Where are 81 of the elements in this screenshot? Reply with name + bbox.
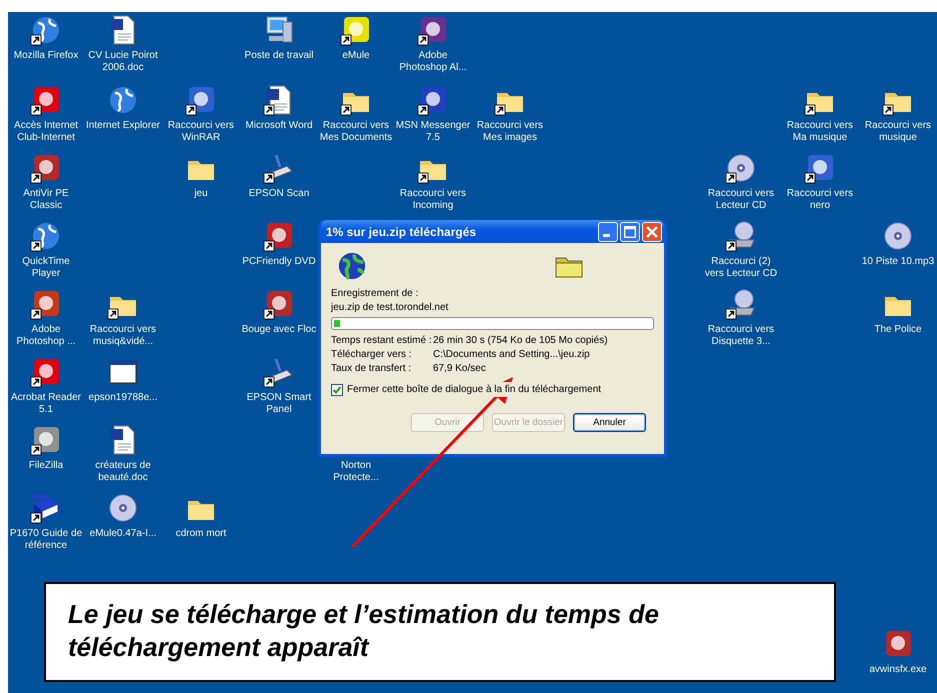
cancel-button[interactable]: Annuler: [573, 413, 646, 432]
globe-shortcut-icon[interactable]: [30, 220, 62, 252]
icon-label[interactable]: Acrobat Reader 5.1: [8, 392, 85, 416]
icon-label[interactable]: The Police: [874, 324, 922, 336]
source-text: jeu.zip de test.torondel.net: [331, 301, 450, 315]
disc-shortcut-icon[interactable]: [725, 152, 757, 184]
app-shortcut-icon[interactable]: [30, 152, 62, 184]
icon-label[interactable]: eMule: [342, 50, 370, 62]
icon-label[interactable]: Microsoft Word: [245, 120, 313, 132]
icon-label[interactable]: QuickTime Player: [8, 256, 85, 280]
icon-label[interactable]: Raccourci (2) vers Lecteur CD: [702, 256, 780, 280]
icon-label[interactable]: PCFriendly DVD: [242, 256, 316, 268]
icon-label[interactable]: EPSON Smart Panel: [240, 392, 318, 416]
close-icon: [646, 226, 658, 238]
maximize-button[interactable]: [620, 222, 640, 242]
detail-value: C:\Documents and Setting...\jeu.zip: [433, 348, 590, 362]
minimize-icon: [602, 234, 610, 237]
detail-value: 26 min 30 s (754 Ko de 105 Mo copiés): [433, 334, 608, 348]
caption-text: Le jeu se télécharge et l’estimation du temps de téléchargement apparaît: [44, 582, 836, 682]
drive-shortcut-icon[interactable]: [725, 288, 757, 320]
icon-label[interactable]: EPSON Scan: [248, 188, 310, 200]
icon-label[interactable]: cdrom mort: [176, 528, 226, 540]
app-shortcut-icon[interactable]: [263, 288, 295, 320]
detail-label: Télécharger vers :: [331, 348, 413, 362]
icon-label[interactable]: Norton Protecte...: [317, 460, 395, 484]
checkbox-label: Fermer cette boîte de dialogue à la fin du téléchargement: [347, 382, 602, 397]
icon-label[interactable]: P1670 Guide de référence: [8, 528, 85, 552]
scanner-shortcut-icon[interactable]: [263, 152, 295, 184]
icon-label[interactable]: Raccourci vers musique: [859, 120, 937, 144]
icon-label[interactable]: Raccourci vers WinRAR: [162, 120, 240, 144]
icon-label[interactable]: epson19788e...: [88, 392, 158, 404]
icon-label[interactable]: 10 Piste 10.mp3: [862, 256, 934, 268]
icon-label[interactable]: eMule0.47a-I...: [90, 528, 156, 540]
globe-shortcut-icon[interactable]: [30, 14, 62, 46]
icon-label[interactable]: Raccourci vers Ma musique: [781, 120, 859, 144]
disc-icon[interactable]: [882, 220, 914, 252]
app-shortcut-icon[interactable]: [263, 220, 295, 252]
icon-label[interactable]: Raccourci vers Incoming: [394, 188, 472, 212]
icon-label[interactable]: Internet Explorer: [86, 120, 160, 132]
app-shortcut-icon[interactable]: [30, 288, 62, 320]
globe-icon: [337, 251, 367, 281]
detail-label: Temps restant estimé :: [331, 334, 433, 348]
maximize-icon: [624, 226, 636, 238]
icon-label[interactable]: Poste de travail: [244, 50, 314, 62]
app-shortcut-icon[interactable]: [417, 84, 449, 116]
saving-label: Enregistrement de :: [331, 287, 420, 301]
icon-label[interactable]: créateurs de beauté.doc: [84, 460, 162, 484]
icon-label[interactable]: Mozilla Firefox: [14, 50, 78, 62]
icon-label[interactable]: FileZilla: [28, 460, 64, 472]
icon-label[interactable]: Accès Internet Club-Internet: [8, 120, 85, 144]
icon-label[interactable]: avwinsfx.exe: [869, 664, 927, 676]
icon-label[interactable]: Raccourci vers Lecteur CD: [702, 188, 780, 212]
icon-label[interactable]: Bouge avec Floc: [242, 324, 316, 336]
close-button[interactable]: [642, 222, 662, 242]
icon-label[interactable]: Raccourci vers nero: [781, 188, 859, 212]
icon-label[interactable]: Raccourci vers musiq&vidé...: [84, 324, 162, 348]
icon-label[interactable]: Adobe Photoshop ...: [8, 324, 85, 348]
icon-label[interactable]: Adobe Photoshop Al...: [394, 50, 472, 74]
detail-value: 67,9 Ko/sec: [433, 362, 486, 376]
icon-label[interactable]: Raccourci vers Mes Documents: [317, 120, 395, 144]
scanner-shortcut-icon[interactable]: [263, 356, 295, 388]
icon-label[interactable]: Raccourci vers Mes images: [471, 120, 549, 144]
detail-label: Taux de transfert :: [331, 362, 412, 376]
icon-label[interactable]: jeu: [194, 188, 208, 200]
app-shortcut-icon[interactable]: [30, 424, 62, 456]
app-shortcut-icon[interactable]: [30, 84, 62, 116]
checkbox[interactable]: [331, 384, 343, 396]
icon-label[interactable]: Raccourci vers Disquette 3...: [702, 324, 780, 348]
app-shortcut-icon[interactable]: [30, 356, 62, 388]
icon-label[interactable]: AntiVir PE Classic: [8, 188, 85, 212]
app-shortcut-icon[interactable]: [185, 84, 217, 116]
app-shortcut-icon[interactable]: [417, 14, 449, 46]
disc-icon[interactable]: [107, 492, 139, 524]
app-shortcut-icon[interactable]: [804, 152, 836, 184]
icon-label[interactable]: CV Lucie Poirot 2006.doc: [84, 50, 162, 74]
globe-icon[interactable]: [107, 84, 139, 116]
icon-label[interactable]: MSN Messenger 7.5: [394, 120, 472, 144]
drive-shortcut-icon[interactable]: [725, 220, 757, 252]
window-title: 1% sur jeu.zip téléchargés: [326, 224, 478, 240]
app-shortcut-icon[interactable]: [340, 14, 372, 46]
minimize-button[interactable]: [598, 222, 618, 242]
